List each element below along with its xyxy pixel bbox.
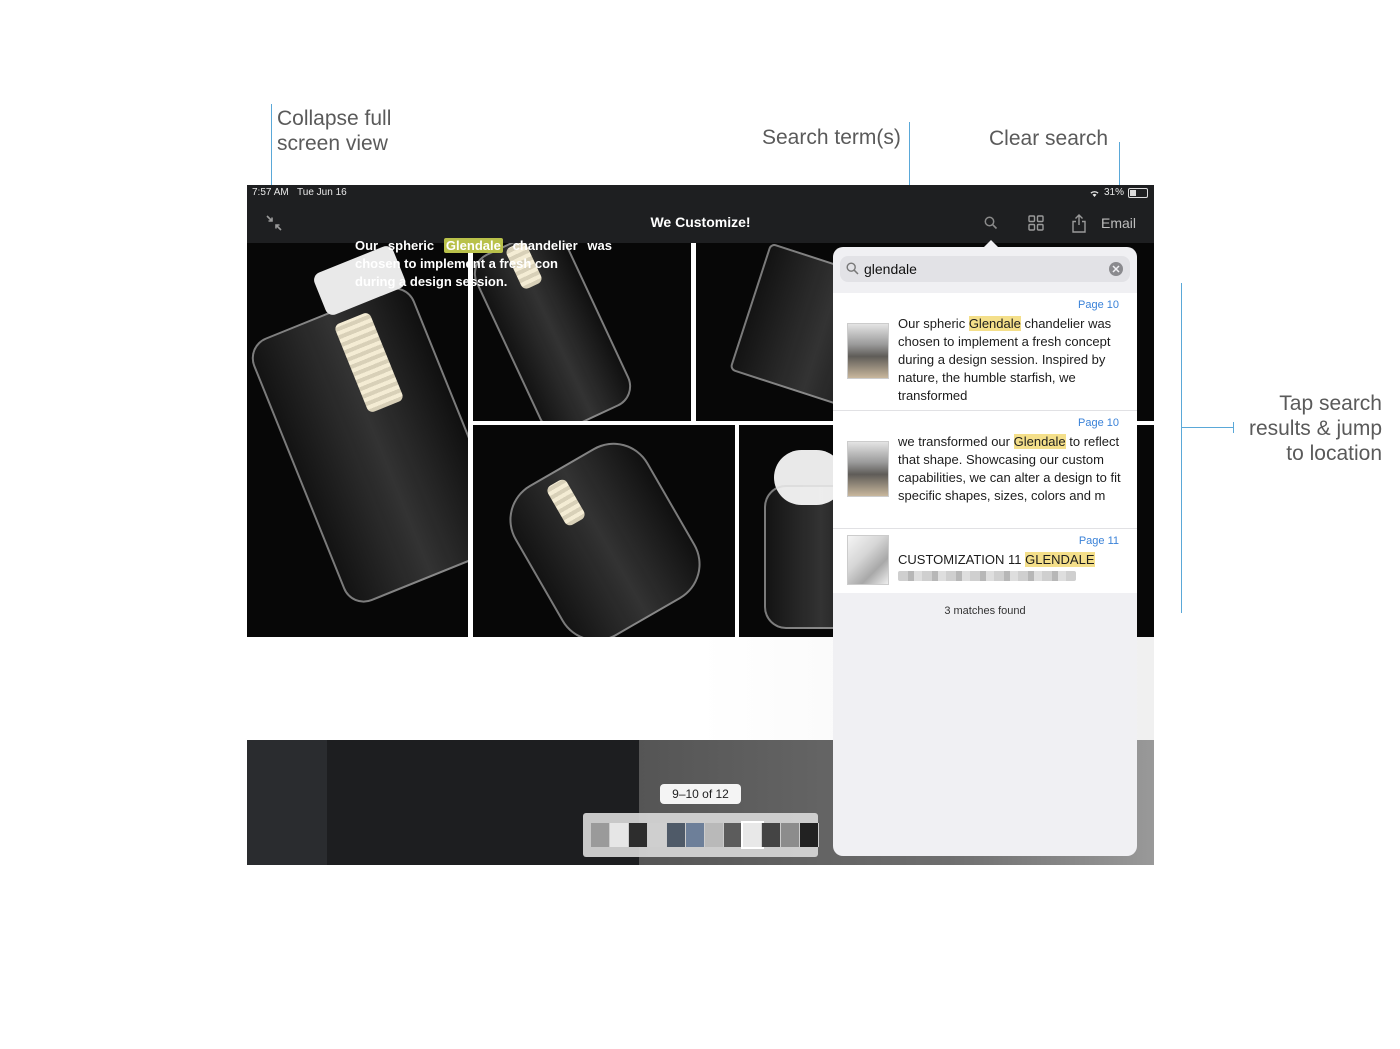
search-field[interactable]: [840, 256, 1130, 282]
grid-icon[interactable]: [1026, 213, 1046, 233]
page-thumb[interactable]: [629, 823, 648, 847]
page-thumb[interactable]: [800, 823, 819, 847]
callout-tap-results: Tap search results & jump to location: [1232, 391, 1382, 466]
quote-pre: Our spheric: [355, 238, 444, 253]
status-bar: 7:57 AM Tue Jun 16 31%: [247, 185, 1154, 202]
page-scrubber[interactable]: [583, 813, 819, 857]
result-thumbnail: [847, 441, 889, 497]
matches-count: 3 matches found: [944, 605, 1026, 617]
result-thumbnail: [847, 323, 889, 379]
snippet-pre: Our spheric: [898, 316, 969, 331]
page-thumb[interactable]: [591, 823, 610, 847]
document-title: We Customize!: [650, 214, 751, 230]
wifi-icon: [1090, 190, 1099, 197]
result-page-label: Page 10: [1078, 299, 1119, 311]
page-thumb[interactable]: [762, 823, 781, 847]
page-thumb[interactable]: [610, 823, 629, 847]
page-quote-text: Our spheric Glendale chandelier was chos…: [355, 237, 612, 291]
status-time-date: 7:57 AM Tue Jun 16: [252, 187, 347, 198]
leader-line-collapse: [271, 104, 272, 196]
battery-icon: [1128, 187, 1148, 198]
callout-tap-line3: to location: [1286, 442, 1382, 465]
snippet-pre: we transformed our: [898, 434, 1014, 449]
search-result[interactable]: Page 11 CUSTOMIZATION 11 GLENDALE: [833, 529, 1137, 593]
leader-bracket: [1181, 283, 1182, 613]
result-page-label: Page 10: [1078, 417, 1119, 429]
leader-bracket-tick: [1181, 427, 1233, 428]
ipad-screen: 7:57 AM Tue Jun 16 31% We Customize! Ema…: [247, 185, 1154, 865]
page-thumb[interactable]: [667, 823, 686, 847]
photo-cylinder: [473, 425, 735, 637]
callout-tap-line1: Tap search: [1279, 392, 1382, 415]
status-date: Tue Jun 16: [297, 187, 347, 198]
page-thumb-current[interactable]: [741, 821, 764, 849]
status-right: 31%: [1089, 187, 1148, 198]
callout-collapse-line1: Collapse full: [277, 107, 392, 130]
search-result[interactable]: Page 10 we transformed our Glendale to r…: [833, 411, 1137, 529]
status-time: 7:57 AM: [252, 187, 289, 198]
callout-tap-line2: results & jump: [1248, 417, 1382, 440]
snippet-pre: CUSTOMIZATION 11: [898, 552, 1026, 567]
email-button[interactable]: Email: [1101, 215, 1136, 231]
share-icon[interactable]: [1069, 213, 1089, 233]
search-icon[interactable]: [981, 213, 1001, 233]
photo-bottle-left: [247, 243, 468, 637]
result-page-label: Page 11: [1078, 535, 1119, 547]
page-thumb[interactable]: [648, 823, 667, 847]
magnifier-icon: [846, 262, 859, 275]
scrubber-thumbnails: [591, 821, 819, 849]
snippet-highlight: Glendale: [1013, 434, 1066, 449]
quote-line3: during a design session.: [355, 274, 508, 289]
battery-percent: 31%: [1103, 187, 1124, 198]
callout-search-terms: Search term(s): [762, 126, 901, 149]
search-result[interactable]: Page 10 Our spheric Glendale chandelier …: [833, 293, 1137, 411]
glass-cylinder: [494, 428, 716, 637]
result-snippet: we transformed our Glendale to reflect t…: [898, 433, 1123, 505]
leader-bracket-end: [1233, 422, 1234, 433]
callout-clear-search: Clear search: [989, 127, 1109, 150]
page-thumb[interactable]: [705, 823, 724, 847]
page-indicator: 9–10 of 12: [660, 784, 741, 804]
result-snippet: CUSTOMIZATION 11 GLENDALE: [898, 551, 1123, 569]
page-thumb[interactable]: [686, 823, 705, 847]
clear-search-icon[interactable]: [1109, 262, 1123, 276]
snippet-highlight: Glendale: [968, 316, 1021, 331]
result-thumbnail: [847, 535, 889, 585]
search-popover: Page 10 Our spheric Glendale chandelier …: [833, 247, 1137, 856]
callout-collapse-line2: screen view: [277, 132, 388, 155]
snippet-highlight: GLENDALE: [1025, 552, 1095, 567]
page-thumb[interactable]: [724, 823, 743, 847]
blurred-text: [898, 571, 1076, 581]
search-input[interactable]: [864, 259, 1104, 279]
quote-highlight: Glendale: [443, 238, 503, 253]
page-thumb[interactable]: [781, 823, 800, 847]
callout-collapse: Collapse full screen view: [277, 106, 391, 156]
result-snippet: Our spheric Glendale chandelier was chos…: [898, 315, 1123, 405]
